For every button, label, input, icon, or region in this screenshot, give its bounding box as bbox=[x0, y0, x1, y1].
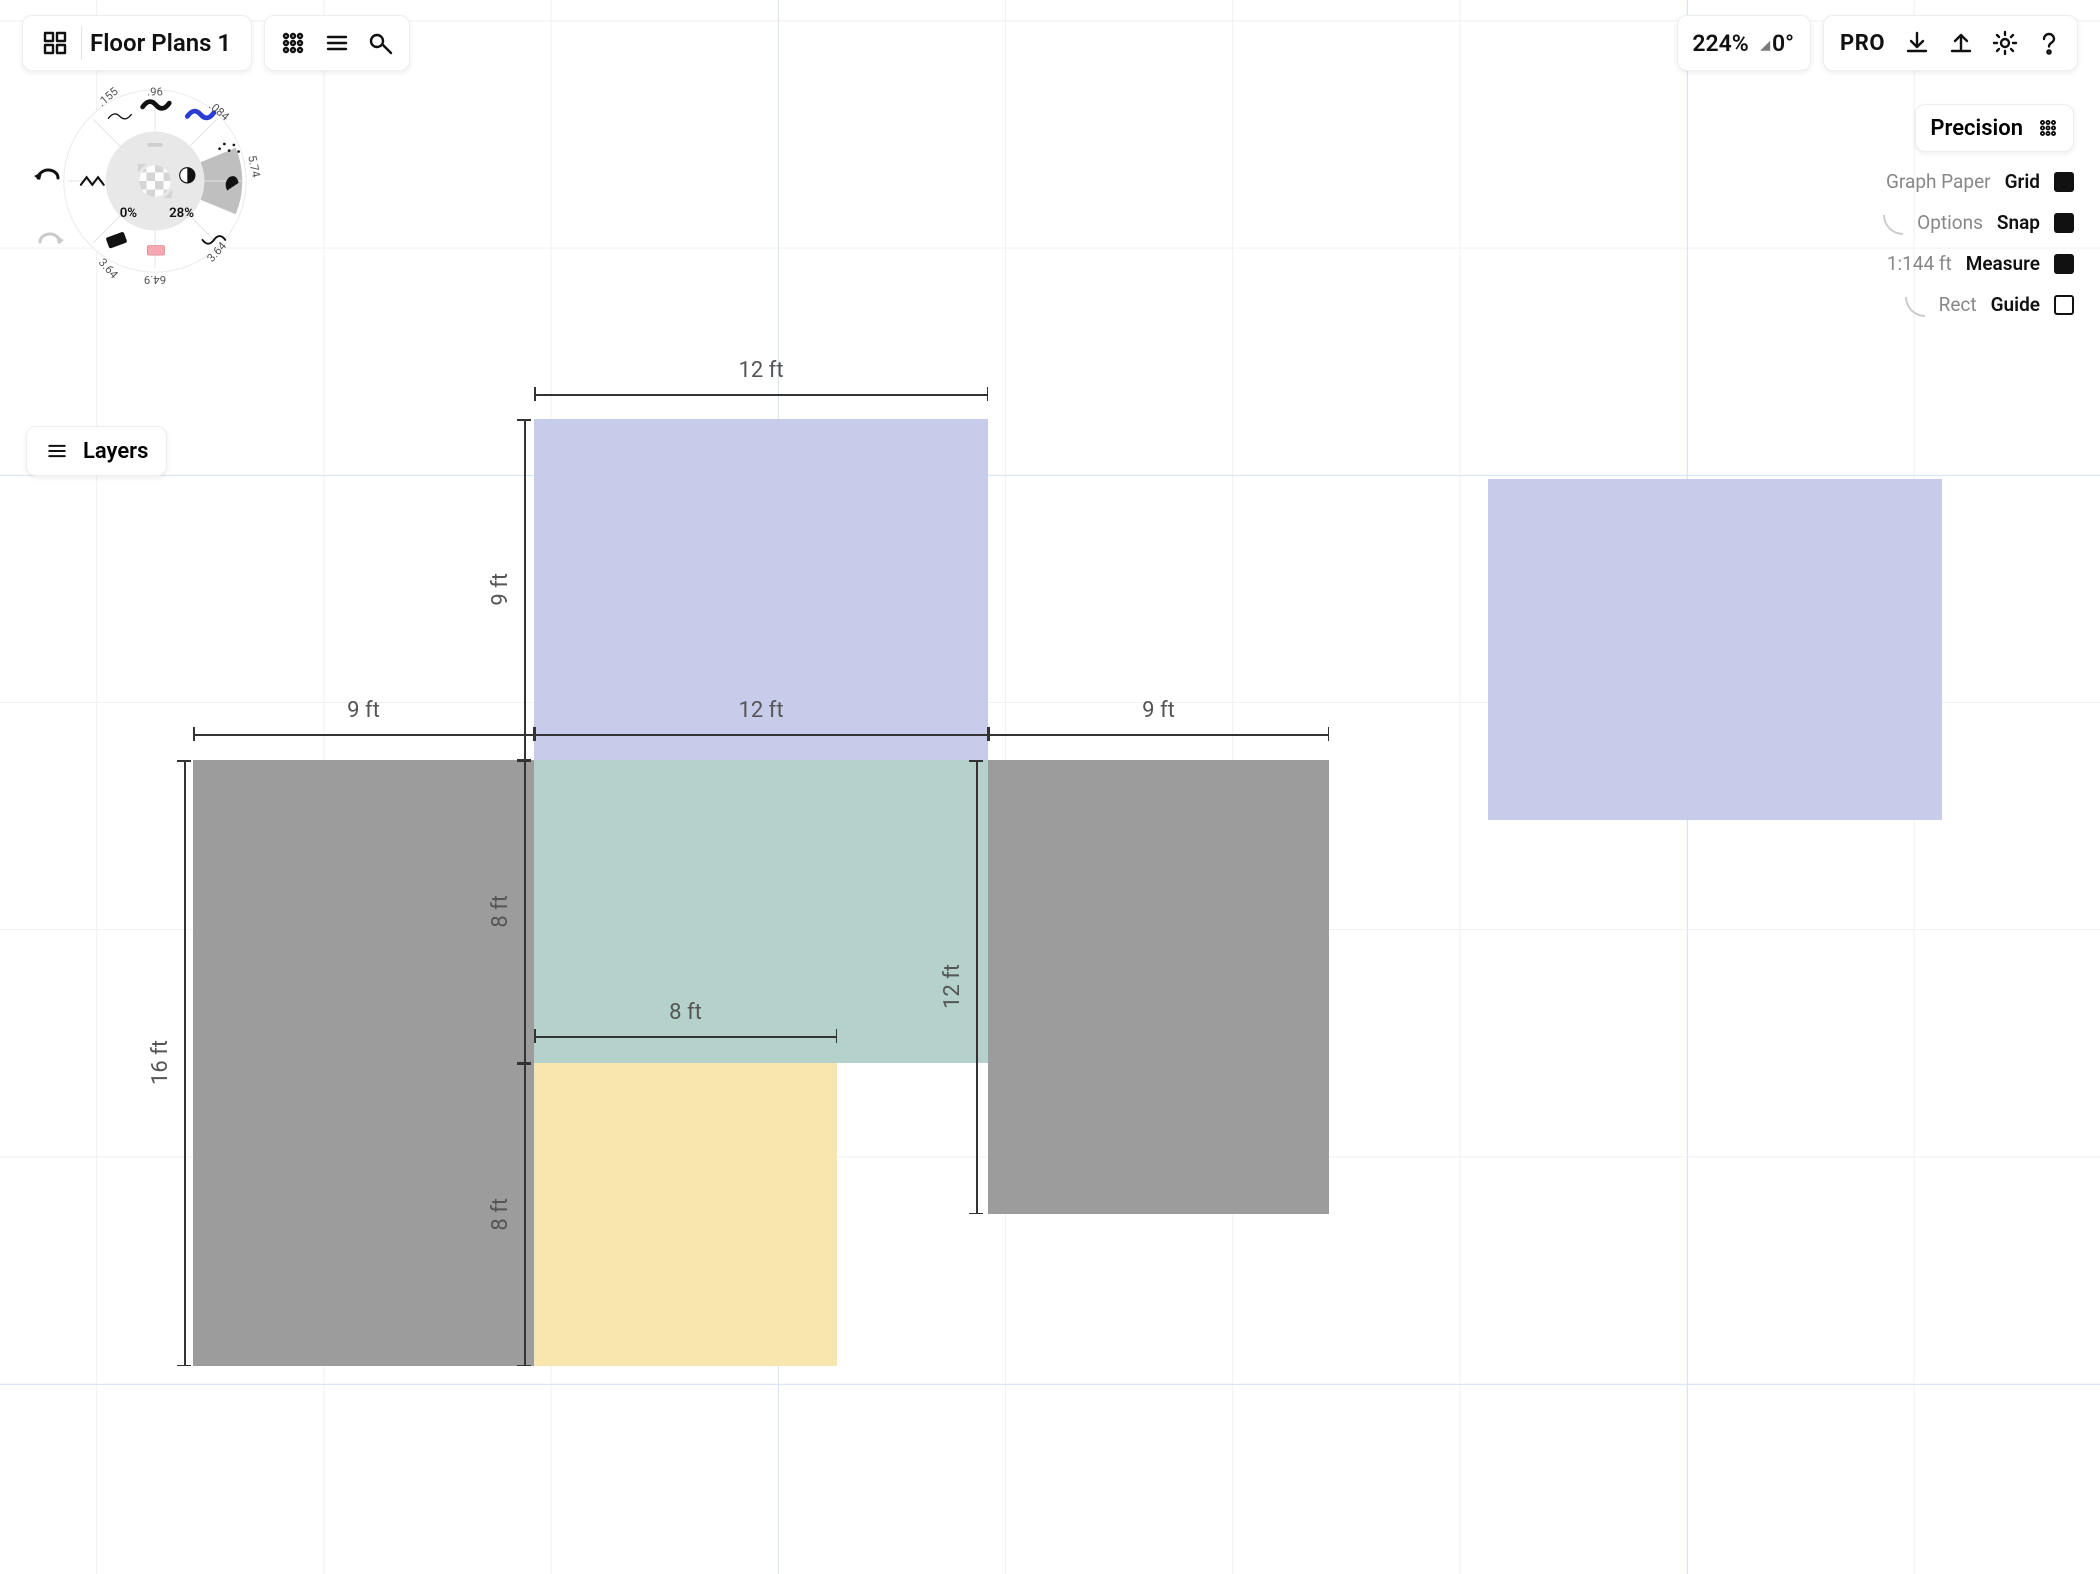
settings-button[interactable] bbox=[1983, 21, 2027, 65]
snap-swatch-icon bbox=[2054, 213, 2074, 233]
guide-swatch-icon bbox=[2054, 295, 2074, 315]
dim-right-12v: 12 ft bbox=[940, 760, 983, 1214]
thumbnail-view-button[interactable] bbox=[271, 21, 315, 65]
dim-mid-right-9: 9 ft bbox=[988, 698, 1329, 741]
dim-top-12: 12 ft bbox=[534, 358, 988, 401]
download-icon bbox=[1903, 29, 1931, 57]
room-gray-right[interactable] bbox=[988, 760, 1329, 1214]
precision-guide-row[interactable]: Rect Guide bbox=[1905, 293, 2074, 316]
layers-lines-icon bbox=[45, 439, 69, 463]
upload-icon bbox=[1947, 29, 1975, 57]
shape-tool-button[interactable] bbox=[359, 21, 403, 65]
wheel-lbl-1: .96 bbox=[147, 85, 163, 99]
layers-button[interactable]: Layers bbox=[26, 426, 167, 476]
zoom-pill: 224% ◢0° bbox=[1677, 15, 1811, 71]
guide-hint: Rect bbox=[1939, 293, 1977, 316]
export-button[interactable] bbox=[1939, 21, 1983, 65]
document-title[interactable]: Floor Plans 1 bbox=[86, 29, 241, 57]
question-icon bbox=[2035, 29, 2063, 57]
list-lines-icon bbox=[323, 29, 351, 57]
grid-app-icon bbox=[41, 29, 69, 57]
help-button[interactable] bbox=[2027, 21, 2071, 65]
doc-pill: Floor Plans 1 bbox=[22, 15, 252, 71]
snap-label: Snap bbox=[1997, 211, 2040, 234]
dots-grid-icon bbox=[279, 29, 307, 57]
dim-left-8-lower: 8 ft bbox=[488, 1063, 531, 1366]
shape-pen-icon bbox=[367, 29, 395, 57]
list-view-button[interactable] bbox=[315, 21, 359, 65]
precision-panel: Precision Graph Paper Grid Options Snap … bbox=[1883, 104, 2074, 316]
room-gray-left[interactable] bbox=[193, 760, 534, 1366]
precision-header[interactable]: Precision bbox=[1915, 104, 2074, 152]
dim-far-16: 16 ft bbox=[148, 760, 191, 1366]
snap-hint: Options bbox=[1917, 211, 1983, 234]
dim-inner-8: 8 ft bbox=[534, 1000, 837, 1043]
curve-icon bbox=[1905, 297, 1925, 317]
actions-pill: PRO bbox=[1823, 15, 2078, 71]
measure-swatch-icon bbox=[2054, 254, 2074, 274]
brush-wheel[interactable]: 0% 28% .155 .96 .084 5.74 3.64 64.9 3.64 bbox=[60, 86, 250, 276]
precision-snap-row[interactable]: Options Snap bbox=[1883, 211, 2074, 234]
measure-label: Measure bbox=[1966, 252, 2040, 275]
measure-hint: 1:144 ft bbox=[1887, 252, 1952, 275]
wheel-hue-value: 0% bbox=[120, 206, 138, 221]
wheel-opacity-value: 28% bbox=[169, 206, 194, 221]
dim-left-9v: 9 ft bbox=[488, 419, 531, 760]
grid-swatch-icon bbox=[2054, 172, 2074, 192]
precision-measure-row[interactable]: 1:144 ft Measure bbox=[1887, 252, 2074, 275]
zoom-value[interactable]: 224% bbox=[1684, 30, 1756, 57]
guide-label: Guide bbox=[1991, 293, 2040, 316]
rotation-value[interactable]: ◢0° bbox=[1757, 30, 1804, 57]
layers-label: Layers bbox=[83, 439, 148, 464]
wheel-lbl-b1: 64.9 bbox=[144, 273, 166, 287]
room-yellow[interactable] bbox=[534, 1063, 837, 1366]
dots-grid-icon bbox=[2037, 117, 2059, 139]
dim-mid-12: 12 ft bbox=[534, 698, 988, 741]
grid-label: Grid bbox=[2005, 170, 2040, 193]
pro-button[interactable]: PRO bbox=[1830, 31, 1895, 56]
dim-left-8-upper: 8 ft bbox=[488, 760, 531, 1063]
gear-icon bbox=[1991, 29, 2019, 57]
curve-icon bbox=[1883, 215, 1903, 235]
grid-hint: Graph Paper bbox=[1886, 170, 1991, 193]
import-button[interactable] bbox=[1895, 21, 1939, 65]
dim-mid-left-9: 9 ft bbox=[193, 698, 534, 741]
room-lavender-free[interactable] bbox=[1488, 479, 1942, 820]
precision-grid-row[interactable]: Graph Paper Grid bbox=[1886, 170, 2074, 193]
view-pill bbox=[264, 15, 410, 71]
gallery-button[interactable] bbox=[33, 21, 77, 65]
